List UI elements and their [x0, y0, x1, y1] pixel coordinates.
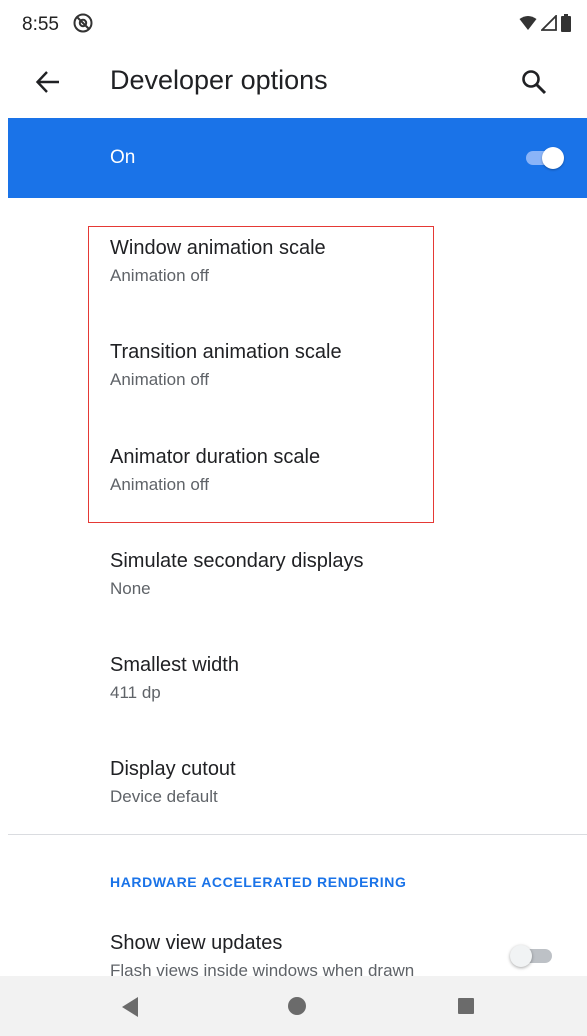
setting-animator-duration-scale[interactable]: Animator duration scale Animation off: [110, 444, 570, 497]
setting-transition-animation-scale[interactable]: Transition animation scale Animation off: [110, 339, 570, 392]
wifi-icon: [519, 16, 537, 30]
setting-show-view-updates[interactable]: Show view updates Flash views inside win…: [110, 930, 490, 976]
app-bar: Developer options: [0, 48, 587, 118]
master-switch-label: On: [110, 147, 136, 168]
setting-title: Show view updates: [110, 932, 283, 954]
setting-summary: Device default: [110, 787, 218, 806]
search-icon[interactable]: [520, 68, 548, 96]
toggle-thumb: [542, 147, 564, 169]
cell-signal-icon: [541, 15, 557, 31]
master-toggle-switch[interactable]: [522, 144, 566, 172]
status-time: 8:55: [22, 14, 59, 35]
show-view-updates-toggle[interactable]: [508, 942, 558, 970]
back-arrow-icon[interactable]: [34, 68, 62, 96]
setting-title: Animator duration scale: [110, 446, 321, 468]
setting-summary: 411 dp: [110, 683, 161, 702]
master-switch-bar[interactable]: On: [8, 118, 587, 198]
setting-smallest-width[interactable]: Smallest width 411 dp: [110, 652, 570, 705]
notification-status-icon: [73, 13, 93, 33]
navigation-bar: [0, 976, 587, 1036]
page-title: Developer options: [110, 65, 328, 95]
category-header: HARDWARE ACCELERATED RENDERING: [110, 874, 407, 890]
setting-title: Simulate secondary displays: [110, 550, 364, 572]
setting-summary: Animation off: [110, 266, 209, 285]
toggle-thumb: [510, 945, 532, 967]
battery-icon: [561, 14, 571, 32]
nav-recents-icon[interactable]: [458, 998, 474, 1014]
setting-simulate-secondary-displays[interactable]: Simulate secondary displays None: [110, 548, 570, 601]
setting-title: Smallest width: [110, 654, 239, 676]
setting-display-cutout[interactable]: Display cutout Device default: [110, 756, 570, 809]
setting-title: Transition animation scale: [110, 341, 342, 363]
setting-title: Window animation scale: [110, 237, 326, 259]
status-bar: 8:55: [0, 0, 587, 48]
setting-summary: None: [110, 579, 151, 598]
setting-title: Display cutout: [110, 758, 236, 780]
setting-window-animation-scale[interactable]: Window animation scale Animation off: [110, 235, 570, 288]
status-icons: [519, 14, 571, 32]
setting-summary: Flash views inside windows when drawn: [110, 961, 415, 976]
nav-back-icon[interactable]: [120, 996, 140, 1018]
setting-summary: Animation off: [110, 475, 209, 494]
nav-home-icon[interactable]: [288, 997, 306, 1015]
setting-summary: Animation off: [110, 370, 209, 389]
section-divider: [8, 834, 587, 835]
